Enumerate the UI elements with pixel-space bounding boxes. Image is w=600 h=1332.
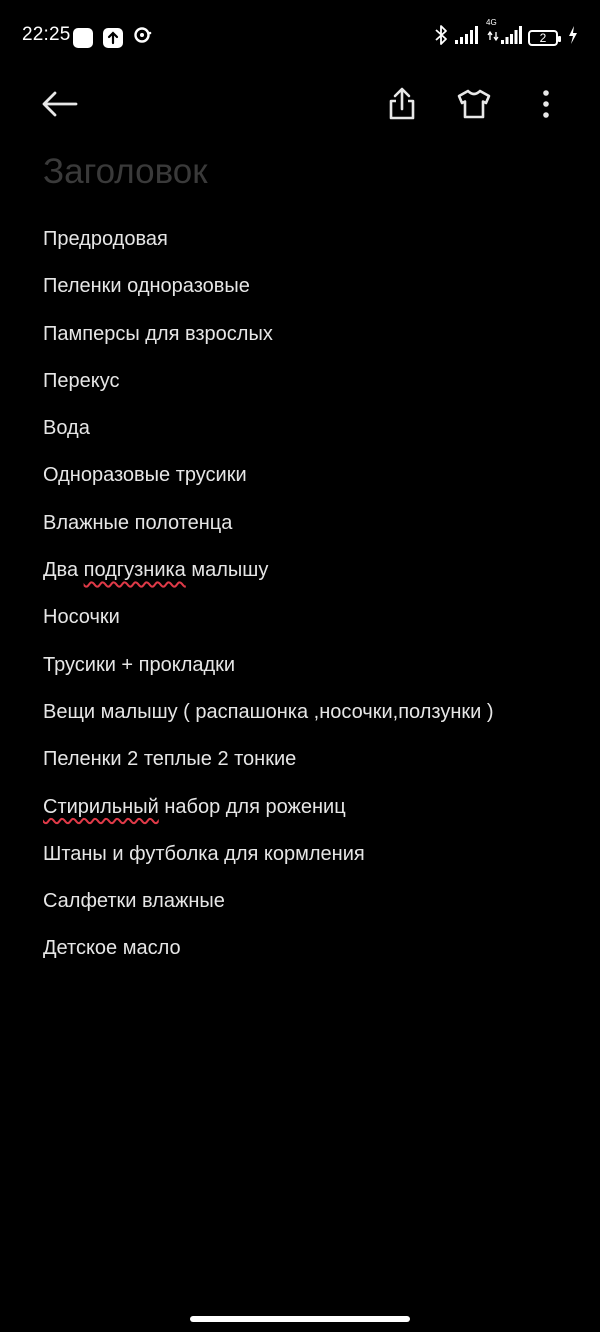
back-button[interactable] (40, 84, 80, 124)
note-line[interactable]: Носочки (43, 600, 583, 647)
note-line-text: Пеленки 2 теплые 2 тонкие (43, 748, 297, 771)
note-line[interactable]: Детское масло (43, 931, 583, 978)
note-body-editor[interactable]: Предродовая Пеленки одноразовые Памперсы д… (43, 222, 583, 979)
note-line-text: набор для рожениц (158, 795, 346, 818)
note-line[interactable]: Салфетки влажные (43, 884, 583, 931)
status-left-icons (73, 25, 153, 50)
note-line-text: Одноразовые трусики (43, 464, 247, 487)
note-line[interactable]: Трусики + прокладки (43, 648, 583, 695)
more-options-button[interactable] (526, 84, 566, 124)
status-right-icons: 4G 2 (434, 18, 578, 51)
note-line-text: Салфетки влажные (43, 890, 225, 913)
charging-icon (568, 26, 578, 49)
bluetooth-icon (434, 24, 448, 51)
note-line[interactable]: Перекус (43, 364, 583, 411)
signal-icon (454, 26, 480, 49)
note-line-text: Вещи малышу ( распашонка ,носочки,ползун… (43, 700, 494, 723)
note-line-text: Влажные полотенца (43, 511, 233, 534)
more-vertical-icon (543, 90, 549, 118)
note-line[interactable]: Одноразовые трусики (43, 458, 583, 505)
note-line[interactable]: Вещи малышу ( распашонка ,носочки,ползун… (43, 695, 583, 742)
note-line-text: Вода (43, 417, 90, 440)
note-line-text: Памперсы для взрослых (43, 322, 273, 345)
notification-square-icon (73, 27, 93, 48)
note-line[interactable]: Влажные полотенца (43, 506, 583, 553)
signal-4g-icon: 4G (486, 18, 522, 49)
note-line[interactable]: Пеленки 2 теплые 2 тонкие (43, 742, 583, 789)
back-arrow-icon (42, 91, 78, 117)
note-line[interactable]: Памперсы для взрослых (43, 317, 583, 364)
note-line-text: Детское масло (43, 937, 181, 960)
note-line-text: Перекус (43, 369, 120, 392)
network-type-label: 4G (486, 18, 497, 27)
battery-level: 2 (539, 30, 547, 45)
status-time: 22:25 (22, 24, 71, 45)
note-line[interactable]: Вода (43, 411, 583, 458)
note-line-text: малышу (185, 559, 269, 582)
status-bar: 22:25 4G 2 (0, 0, 600, 72)
note-line-text: Два (43, 559, 84, 582)
note-line[interactable]: Два подгузника малышу (43, 553, 583, 600)
note-line[interactable]: Штаны и футболка для кормления (43, 837, 583, 884)
note-line[interactable]: Пеленки одноразовые (43, 269, 583, 316)
record-icon (133, 25, 153, 50)
misspelled-word: Стирильный (43, 795, 159, 818)
note-line-text: Пеленки одноразовые (43, 275, 250, 298)
tshirt-icon (457, 89, 491, 119)
note-line[interactable]: Стирильный набор для рожениц (43, 790, 583, 837)
share-icon (389, 87, 415, 120)
theme-button[interactable] (454, 84, 494, 124)
misspelled-word: подгузника (83, 559, 186, 582)
note-line-text: Штаны и футболка для кормления (43, 842, 365, 865)
note-title-input[interactable]: Заголовок (43, 152, 563, 192)
share-button[interactable] (382, 84, 422, 124)
note-toolbar (0, 76, 600, 132)
upload-arrow-icon (103, 27, 123, 48)
battery-icon: 2 (528, 29, 561, 46)
note-line[interactable]: Предродовая (43, 222, 583, 269)
note-line-text: Предродовая (43, 228, 168, 250)
note-line-text: Трусики + прокладки (43, 653, 236, 676)
note-line-text: Носочки (43, 606, 120, 629)
home-indicator[interactable] (190, 1316, 410, 1322)
